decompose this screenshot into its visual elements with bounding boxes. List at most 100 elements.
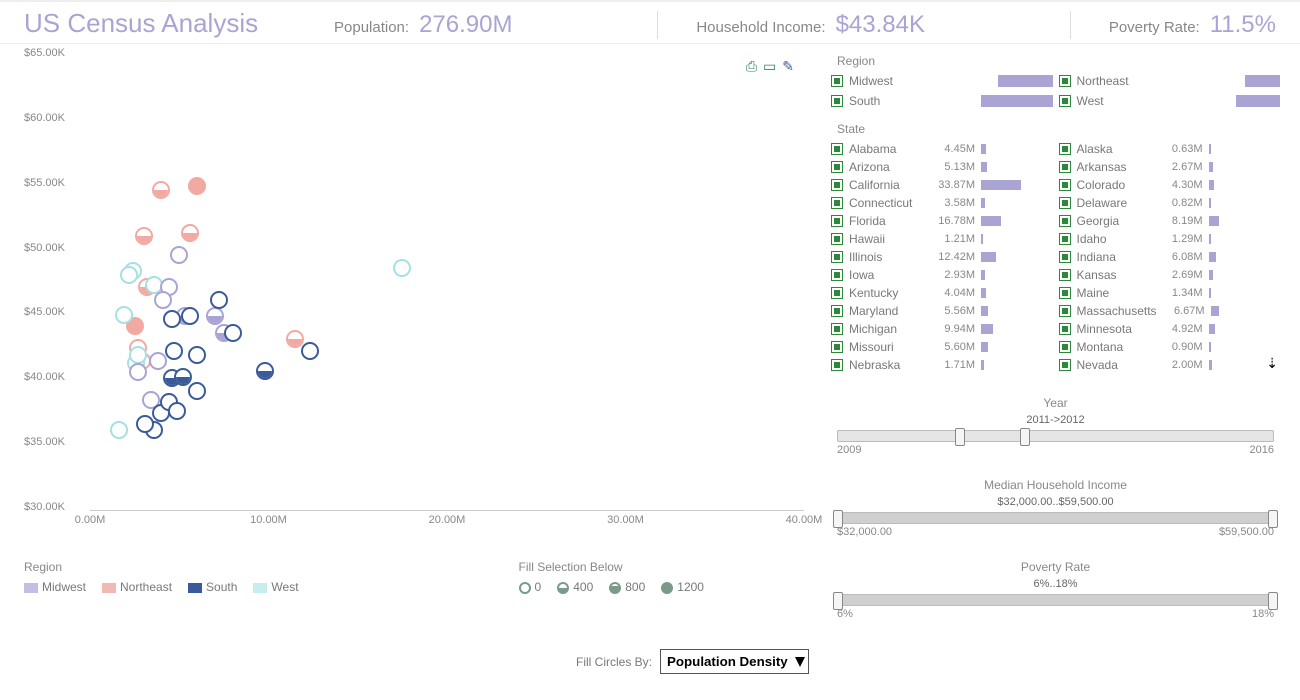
state-filter-item[interactable]: Connecticut3.58M [831,194,1053,212]
state-filter-item[interactable]: Michigan9.94M [831,320,1053,338]
region-filter-item[interactable]: Northeast [1059,72,1281,90]
checkbox-icon[interactable] [831,197,843,209]
checkbox-icon[interactable] [1059,179,1071,191]
state-filter-item[interactable]: Nebraska1.71M [831,356,1053,374]
checkbox-icon[interactable] [831,305,843,317]
state-filter-item[interactable]: Indiana6.08M [1059,248,1281,266]
scatter-point[interactable] [206,307,224,325]
scatter-point[interactable] [393,259,411,277]
checkbox-icon[interactable] [1059,143,1071,155]
scatter-point[interactable] [224,324,242,342]
scroll-down-icon[interactable]: ⇣ [1266,355,1278,372]
checkbox-icon[interactable] [831,323,843,335]
state-filter-item[interactable]: Kansas2.69M [1059,266,1281,284]
checkbox-icon[interactable] [831,95,843,107]
checkbox-icon[interactable] [831,287,843,299]
checkbox-icon[interactable] [831,341,843,353]
state-filter-item[interactable]: Georgia8.19M [1059,212,1281,230]
legend-fill: Fill Selection Below 0 400 800 1200 [519,560,704,594]
scatter-point[interactable] [170,246,188,264]
checkbox-icon[interactable] [831,215,843,227]
checkbox-icon[interactable] [1059,341,1071,353]
kpi-income: Household Income: $43.84K [657,11,925,39]
scatter-point[interactable] [181,307,199,325]
region-filter-item[interactable]: Midwest [831,72,1053,90]
state-filter-item[interactable]: Missouri5.60M [831,338,1053,356]
header-bar: US Census Analysis Population: 276.90M H… [0,0,1300,44]
scatter-point[interactable] [188,382,206,400]
scatter-point[interactable] [120,266,138,284]
checkbox-icon[interactable] [1059,269,1071,281]
scatter-point[interactable] [163,310,181,328]
region-filter-item[interactable]: West [1059,92,1281,110]
scatter-point[interactable] [135,227,153,245]
state-filter-item[interactable]: California33.87M [831,176,1053,194]
scatter-point[interactable] [188,177,206,195]
state-filter-item[interactable]: Alaska0.63M [1059,140,1281,158]
checkbox-icon[interactable] [831,179,843,191]
state-filter-item[interactable]: Arizona5.13M [831,158,1053,176]
scatter-point[interactable] [210,291,228,309]
checkbox-icon[interactable] [831,233,843,245]
checkbox-icon[interactable] [831,75,843,87]
scatter-point[interactable] [165,342,183,360]
checkbox-icon[interactable] [1059,251,1071,263]
scatter-point[interactable] [110,421,128,439]
checkbox-icon[interactable] [1059,233,1071,245]
state-filter-item[interactable]: Minnesota4.92M [1059,320,1281,338]
state-filter-item[interactable]: Delaware0.82M [1059,194,1281,212]
scatter-point[interactable] [149,352,167,370]
scatter-point[interactable] [188,346,206,364]
scatter-point[interactable] [301,342,319,360]
dashboard-title: US Census Analysis [24,8,334,39]
checkbox-icon[interactable] [1059,95,1071,107]
state-filter-item[interactable]: Maryland5.56M [831,302,1053,320]
checkbox-icon[interactable] [1059,287,1071,299]
scatter-point[interactable] [168,402,186,420]
region-filter: Midwest Northeast South West [831,72,1280,110]
state-filter-item[interactable]: Colorado4.30M [1059,176,1281,194]
checkbox-icon[interactable] [1059,305,1071,317]
state-filter-item[interactable]: Iowa2.93M [831,266,1053,284]
scatter-point[interactable] [115,306,133,324]
legend-region: Region Midwest Northeast South West [24,560,299,594]
state-filter-item[interactable]: Florida16.78M [831,212,1053,230]
scatter-chart[interactable]: ⎙ ▭ ✎ $30.00K$35.00K$40.00K$45.00K$50.00… [24,54,804,554]
checkbox-icon[interactable] [1059,323,1071,335]
checkbox-icon[interactable] [1059,215,1071,227]
checkbox-icon[interactable] [1059,359,1071,371]
state-filter-item[interactable]: Montana0.90M [1059,338,1281,356]
state-filter-title: State [837,122,1280,136]
checkbox-icon[interactable] [831,161,843,173]
poverty-slider[interactable]: Poverty Rate 6%..18% 6%18% [831,560,1280,620]
scatter-point[interactable] [136,415,154,433]
state-filter-item[interactable]: Alabama4.45M [831,140,1053,158]
checkbox-icon[interactable] [831,269,843,281]
scatter-point[interactable] [256,362,274,380]
scatter-point[interactable] [129,346,147,364]
checkbox-icon[interactable] [1059,197,1071,209]
scatter-point[interactable] [129,363,147,381]
checkbox-icon[interactable] [831,251,843,263]
scatter-point[interactable] [181,224,199,242]
checkbox-icon[interactable] [1059,75,1071,87]
state-filter-item[interactable]: Kentucky4.04M [831,284,1053,302]
checkbox-icon[interactable] [831,359,843,371]
year-slider[interactable]: Year 2011->2012 20092016 [831,396,1280,456]
scatter-point[interactable] [152,181,170,199]
state-filter-item[interactable]: Idaho1.29M [1059,230,1281,248]
state-filter-item[interactable]: Maine1.34M [1059,284,1281,302]
state-filter-item[interactable]: Massachusetts6.67M [1059,302,1281,320]
state-filter-item[interactable]: Arkansas2.67M [1059,158,1281,176]
scatter-point[interactable] [174,368,192,386]
checkbox-icon[interactable] [1059,161,1071,173]
state-filter-item[interactable]: Nevada2.00M [1059,356,1281,374]
income-slider[interactable]: Median Household Income $32,000.00..$59,… [831,478,1280,538]
state-filter-item[interactable]: Hawaii1.21M [831,230,1053,248]
scatter-point[interactable] [154,291,172,309]
fill-by-select[interactable]: Population Density [660,649,809,674]
checkbox-icon[interactable] [831,143,843,155]
state-filter-item[interactable]: Illinois12.42M [831,248,1053,266]
fill-by-control: Fill Circles By: Population Density [576,649,805,674]
region-filter-item[interactable]: South [831,92,1053,110]
